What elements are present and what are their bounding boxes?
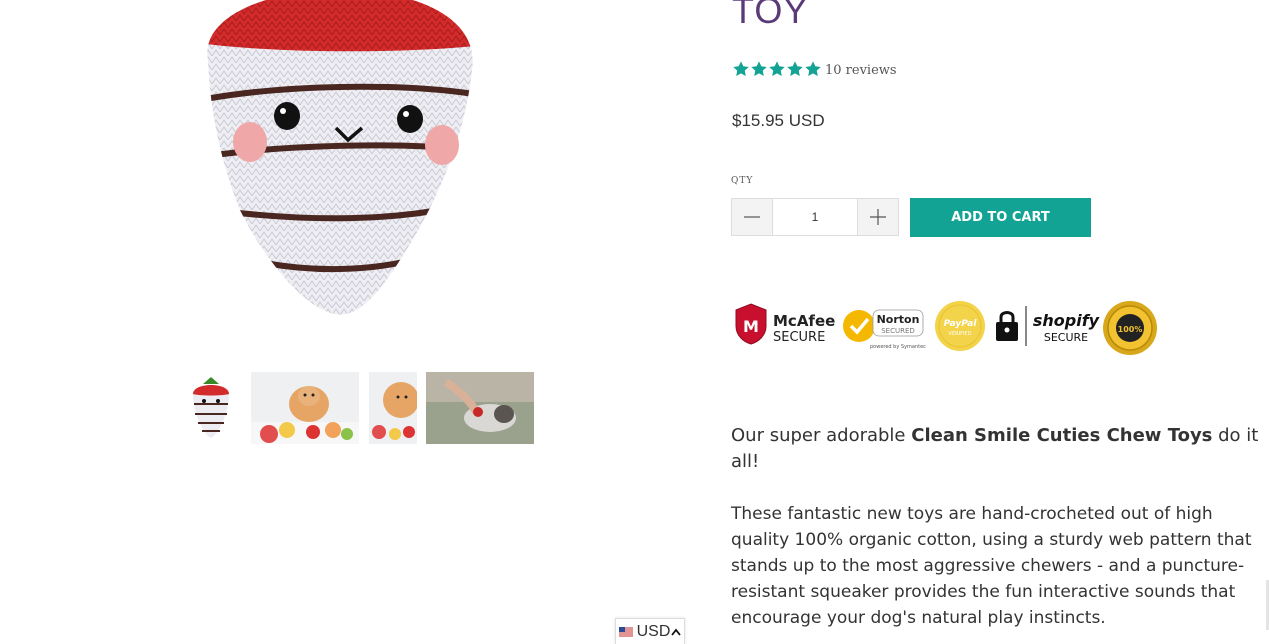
svg-text:SECURE: SECURE <box>1044 331 1088 344</box>
qty-increase-button[interactable] <box>858 199 898 235</box>
star-icon <box>733 61 749 76</box>
paypal-badge: PayPal VERIFIED <box>935 301 985 351</box>
review-count-link[interactable]: 10 reviews <box>825 63 897 78</box>
chevron-up-icon <box>671 628 682 636</box>
lock-icon <box>996 306 1027 346</box>
svg-text:Norton: Norton <box>877 313 920 326</box>
main-product-image[interactable] <box>180 0 520 330</box>
add-to-cart-button[interactable]: ADD TO CART <box>910 198 1091 237</box>
svg-text:McAfee: McAfee <box>773 312 835 330</box>
shopify-badge: shopify SECURE <box>1033 311 1100 344</box>
description-product-name: Clean Smile Cuties Chew Toys <box>911 425 1213 446</box>
product-price: $15.95 USD <box>732 111 825 130</box>
norton-badge: Norton SECURED powered by Symantec <box>843 309 926 350</box>
star-icon <box>787 61 803 76</box>
thumbnail-pomeranian-closeup[interactable] <box>369 372 417 444</box>
currency-selector[interactable]: USD <box>615 618 685 644</box>
qty-input[interactable] <box>772 199 858 235</box>
svg-text:SECURED: SECURED <box>881 327 915 335</box>
description-intro-text: Our super adorable <box>731 425 912 446</box>
svg-text:shopify: shopify <box>1033 311 1100 330</box>
svg-text:M: M <box>743 317 759 336</box>
trust-badges: M McAfee SECURE Norton SECURED powered b… <box>735 301 1157 355</box>
svg-text:VERIFIED: VERIFIED <box>949 331 972 337</box>
product-title: TOY <box>732 0 809 31</box>
description-body: These fantastic new toys are hand-croche… <box>731 504 1252 628</box>
thumbnail-dog-playing[interactable] <box>426 372 534 444</box>
star-icon <box>751 61 767 76</box>
plus-icon <box>870 209 886 225</box>
product-rating[interactable]: 10 reviews <box>732 60 897 78</box>
svg-text:powered by Symantec: powered by Symantec <box>870 344 926 350</box>
quantity-stepper <box>731 198 899 236</box>
star-icon <box>769 61 785 76</box>
thumbnail-strawberry[interactable] <box>183 372 239 444</box>
star-icon <box>805 61 821 76</box>
minus-icon <box>744 216 760 218</box>
svg-text:100%: 100% <box>1118 325 1143 334</box>
mcafee-badge: M McAfee SECURE <box>735 303 835 345</box>
us-flag-icon <box>618 626 633 637</box>
qty-label: QTY <box>731 176 754 186</box>
currency-code: USD <box>636 622 671 640</box>
qty-decrease-button[interactable] <box>732 199 772 235</box>
guarantee-seal: 100% <box>1103 301 1157 355</box>
thumbnail-pomeranian-toys[interactable] <box>251 372 359 444</box>
svg-text:SECURE: SECURE <box>773 330 825 345</box>
description-intro: Our super adorable Clean Smile Cuties Ch… <box>731 423 1261 475</box>
svg-text:PayPal: PayPal <box>944 319 978 329</box>
